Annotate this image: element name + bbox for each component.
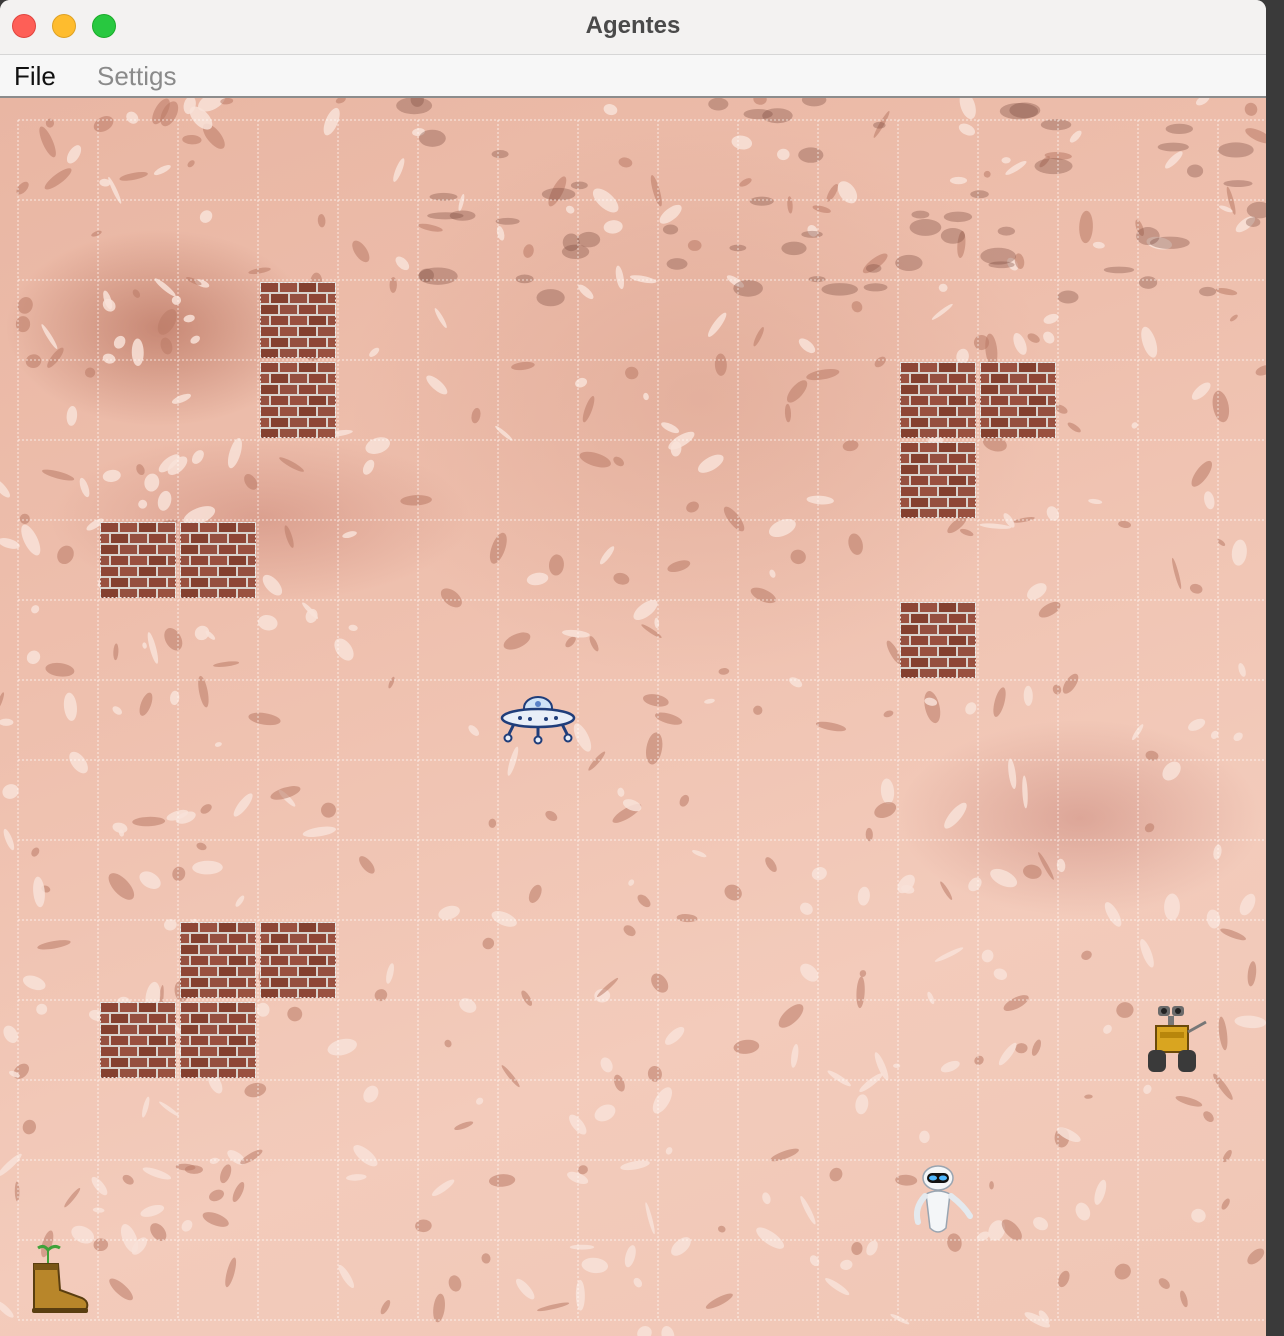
brick-wall-cell: [92, 1002, 194, 1078]
eve-icon: [900, 1162, 976, 1238]
boot-plant-icon: [20, 1242, 96, 1318]
menu-file[interactable]: File: [14, 61, 56, 92]
menu-bar: File Settigs: [0, 55, 1266, 98]
brick-wall-cell: [252, 362, 354, 438]
title-bar[interactable]: Agentes: [0, 0, 1266, 55]
brick-wall-cell: [172, 922, 274, 998]
ufo-icon: [500, 682, 576, 758]
window-title: Agentes: [585, 12, 681, 39]
menu-settings[interactable]: Settigs: [97, 61, 177, 92]
brick-wall-cell: [252, 922, 354, 998]
brick-wall-cell: [172, 1002, 274, 1078]
brick-wall-cell: [172, 522, 274, 598]
brick-wall-cell: [892, 362, 994, 438]
board-grid: [17, 119, 1266, 1321]
game-board[interactable]: [0, 98, 1266, 1336]
walle-icon: [1140, 1002, 1216, 1078]
app-window: Agentes File Settigs: [0, 0, 1266, 1336]
brick-wall-cell: [892, 442, 994, 518]
brick-wall-cell: [92, 522, 194, 598]
brick-wall-cell: [972, 362, 1074, 438]
brick-wall-cell: [252, 282, 354, 358]
brick-wall-cell: [892, 602, 994, 678]
